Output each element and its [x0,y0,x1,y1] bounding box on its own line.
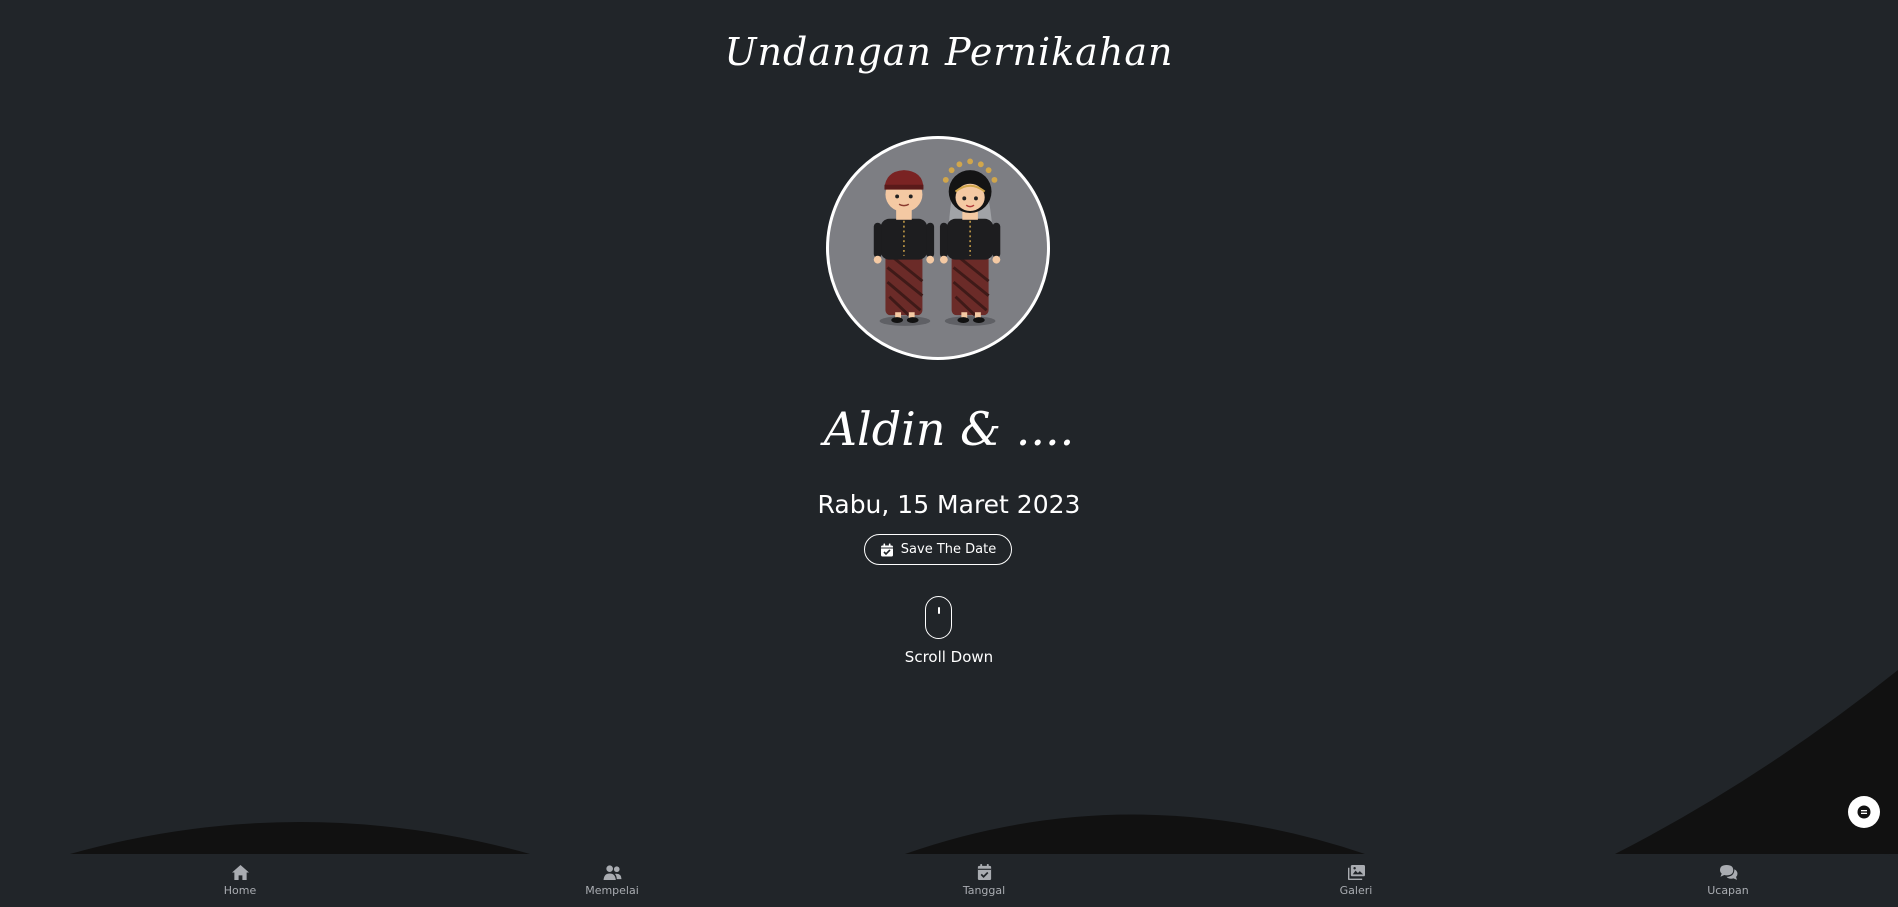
music-toggle-button[interactable] [1848,796,1880,828]
users-icon [603,865,621,881]
save-the-date-button[interactable]: Save The Date [864,534,1012,565]
nav-item-mempelai[interactable]: Mempelai [552,864,672,897]
nav-item-home[interactable]: Home [180,864,300,897]
nav-label-galeri: Galeri [1339,884,1373,897]
nav-label-mempelai: Mempelai [585,884,639,897]
wedding-invitation-page: Undangan Pernikahan Aldin & .... Rabu, 1… [0,0,1898,907]
images-icon [1347,864,1365,881]
nav-label-ucapan: Ucapan [1707,884,1749,897]
home-icon [231,864,249,881]
scroll-mouse-icon[interactable] [925,596,952,639]
nav-label-tanggal: Tanggal [962,884,1006,897]
save-the-date-label: Save The Date [900,542,997,557]
calendar-check-icon [977,864,991,881]
invitation-title: Undangan Pernikahan [724,30,1174,74]
calendar-check-icon [880,543,893,556]
mouse-wheel [937,607,940,614]
nav-item-tanggal[interactable]: Tanggal [924,864,1044,897]
wedding-date: Rabu, 15 Maret 2023 [817,490,1081,519]
nav-label-home: Home [223,884,257,897]
disc-icon [1857,805,1871,819]
couple-illustration [873,158,1001,326]
comments-icon [1719,864,1737,880]
couple-avatar [826,136,1050,360]
bottom-navigation: Home Mempelai Tanggal Galeri Ucapan [70,854,1898,907]
couple-names: Aldin & .... [823,402,1075,456]
nav-item-ucapan[interactable]: Ucapan [1668,864,1788,897]
nav-item-galeri[interactable]: Galeri [1296,864,1416,897]
decorative-waves [70,670,1898,854]
